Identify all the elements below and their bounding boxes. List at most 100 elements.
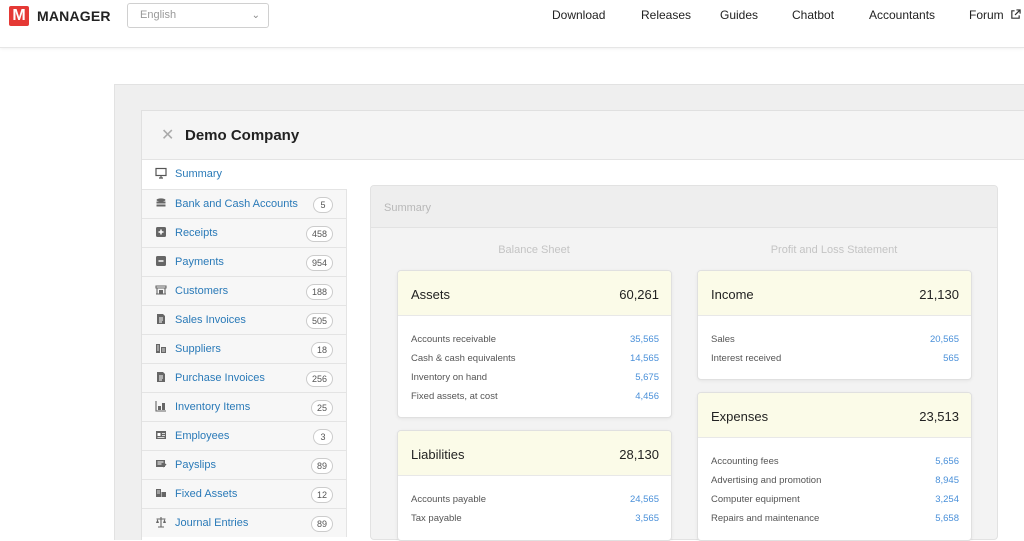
sidebar-item-summary[interactable]: Summary [142,160,347,189]
count-badge: 954 [305,255,333,271]
monitor-icon [155,167,167,179]
nav-chatbot[interactable]: Chatbot [792,8,834,22]
sidebar-item-suppliers[interactable]: Suppliers 18 [142,334,347,363]
expenses-row-value[interactable]: 8,945 [935,475,959,486]
expenses-card-header: Expenses 23,513 [698,393,971,438]
income-row-label: Sales [711,334,735,345]
external-link-icon [1011,9,1021,19]
expenses-row-label: Repairs and maintenance [711,513,820,524]
count-badge: 18 [310,342,333,358]
expenses-row-label: Computer equipment [711,494,800,505]
nav-guides[interactable]: Guides [720,8,758,22]
income-row-label: Interest received [711,353,782,364]
expenses-row-value[interactable]: 5,656 [935,456,959,467]
expenses-row-value[interactable]: 5,658 [935,513,959,524]
expenses-row-label: Advertising and promotion [711,475,822,486]
balance-sheet-heading: Balance Sheet [498,244,570,256]
assets-row-label: Cash & cash equivalents [411,353,516,364]
count-badge: 256 [305,371,333,387]
liabilities-row-value[interactable]: 3,565 [635,513,659,524]
expenses-title: Expenses [711,409,769,424]
count-badge: 5 [313,197,333,213]
liabilities-row-label: Tax payable [411,513,462,524]
sidebar-item-fixed-assets[interactable]: Fixed Assets 12 [142,479,347,508]
top-navigation-bar: M MANAGER English ⌄ Download Releases Gu… [0,0,1024,48]
summary-panel-header: Summary [371,186,997,228]
count-badge: 12 [310,487,333,503]
scale-icon [156,517,166,528]
count-badge: 3 [313,429,333,445]
assets-row-value[interactable]: 35,565 [630,334,659,345]
payslip-icon [156,460,167,468]
id-card-icon [156,431,166,439]
nav-download[interactable]: Download [552,8,605,22]
summary-title: Summary [384,202,432,214]
coins-icon [156,198,166,207]
count-badge: 89 [310,458,333,474]
expenses-total: 23,513 [919,409,959,424]
assets-card-header: Assets 60,261 [398,271,671,316]
sidebar-item-label: Customers [175,285,229,297]
sidebar-item-label: Fixed Assets [175,488,238,500]
income-title: Income [711,287,754,302]
liabilities-title: Liabilities [411,447,465,462]
minus-square-icon [156,256,166,266]
business-header: ✕ Demo Company [142,111,1024,160]
assets-card: Assets 60,261 Accounts receivable 35,565… [397,270,672,418]
plus-square-icon [156,227,166,237]
document-icon [157,372,165,382]
sidebar-item-journal-entries[interactable]: Journal Entries 89 [142,508,347,537]
sidebar-item-label: Payments [175,256,224,268]
language-value: English [140,9,177,21]
language-select[interactable]: English ⌄ [127,3,269,28]
assets-row-label: Fixed assets, at cost [411,391,498,402]
nav-releases[interactable]: Releases [641,8,691,22]
sidebar-item-label: Inventory Items [175,401,251,413]
logo-text: MANAGER [37,8,111,24]
count-badge: 89 [310,516,333,532]
sidebar-item-bank-and-cash-accounts[interactable]: Bank and Cash Accounts 5 [142,189,347,218]
income-total: 21,130 [919,287,959,302]
sidebar-item-purchase-invoices[interactable]: Purchase Invoices 256 [142,363,347,392]
document-icon [157,314,165,324]
expenses-row-label: Accounting fees [711,456,779,467]
sidebar-item-customers[interactable]: Customers 188 [142,276,347,305]
sidebar-item-payslips[interactable]: Payslips 89 [142,450,347,479]
sidebar-item-label: Employees [175,430,230,442]
boxes-icon [155,401,166,412]
income-row-value[interactable]: 565 [943,353,959,364]
sidebar-item-label: Journal Entries [175,517,249,529]
chevron-down-icon: ⌄ [251,10,260,21]
income-row-value[interactable]: 20,565 [930,334,959,345]
sidebar-item-sales-invoices[interactable]: Sales Invoices 505 [142,305,347,334]
nav-forum[interactable]: Forum [969,8,1021,22]
assets-row-value[interactable]: 5,675 [635,372,659,383]
manager-logo[interactable]: M MANAGER [9,6,111,26]
sidebar-item-label: Suppliers [175,343,221,355]
nav-accountants[interactable]: Accountants [869,8,935,22]
count-badge: 458 [305,226,333,242]
sidebar-item-receipts[interactable]: Receipts 458 [142,218,347,247]
sidebar-item-payments[interactable]: Payments 954 [142,247,347,276]
income-card-header: Income 21,130 [698,271,971,316]
sidebar-item-label: Purchase Invoices [175,372,265,384]
sidebar-item-label: Payslips [175,459,216,471]
sidebar-item-inventory-items[interactable]: Inventory Items 25 [142,392,347,421]
nav-forum-label: Forum [969,8,1004,22]
liabilities-total: 28,130 [619,447,659,462]
liabilities-row-label: Accounts payable [411,494,486,505]
expenses-card: Expenses 23,513 Accounting fees 5,656 Ad… [697,392,972,541]
assets-row-label: Inventory on hand [411,372,488,383]
expenses-row-value[interactable]: 3,254 [935,494,959,505]
liabilities-row-value[interactable]: 24,565 [630,494,659,505]
sidebar-item-label: Sales Invoices [175,314,246,326]
assets-row-value[interactable]: 4,456 [635,391,659,402]
assets-row-label: Accounts receivable [411,334,497,345]
profit-loss-heading: Profit and Loss Statement [770,244,898,256]
building-icon [156,344,166,353]
logo-mark: M [9,6,29,26]
assets-row-value[interactable]: 14,565 [630,353,659,364]
count-badge: 188 [305,284,333,300]
sidebar-item-employees[interactable]: Employees 3 [142,421,347,450]
close-icon[interactable]: ✕ [161,125,174,145]
